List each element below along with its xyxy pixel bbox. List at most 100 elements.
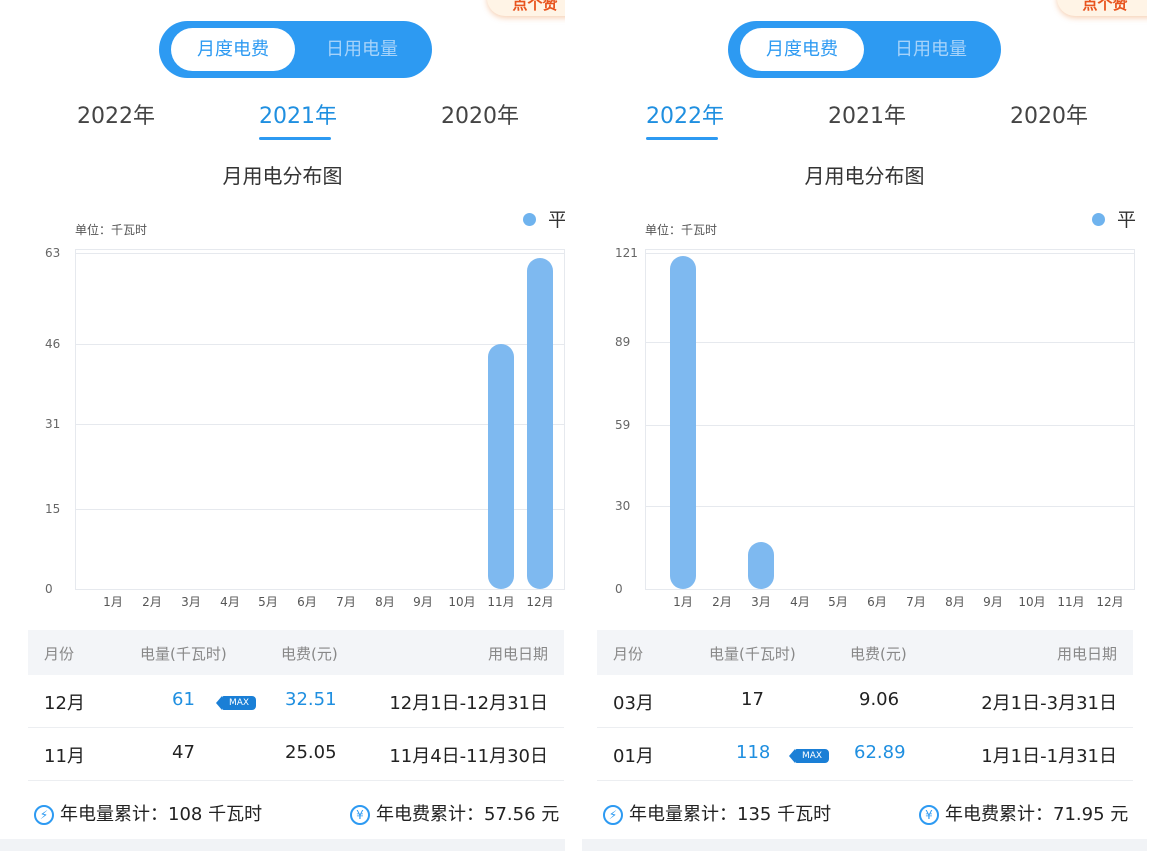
max-badge: MAX [789,749,829,763]
tab-year-2022[interactable]: 2022年 [646,98,724,130]
toggle-daily-usage[interactable]: 日用电量 [307,28,417,71]
y-tick-label: 15 [45,502,61,516]
x-tick-label: 5月 [828,595,848,609]
tab-year-2020[interactable]: 2020年 [1010,98,1088,130]
year-tab-underline [646,137,718,140]
row-month: 12月 [44,693,85,714]
toggle-monthly-fee[interactable]: 月度电费 [171,28,295,71]
x-tick-label: 11月 [487,595,515,609]
x-tick-label: 11月 [1057,595,1085,609]
table-row[interactable]: 11月 47 25.05 11月4日-11月30日 [28,728,564,781]
row-fee: 62.89 [854,742,906,763]
row-fee: 25.05 [285,742,337,763]
header-fee: 电费(元) [281,645,338,663]
tab-year-2021[interactable]: 2021年 [259,98,337,130]
unit-label: 单位：千瓦时 [75,223,148,237]
legend-label: 平 [548,209,565,231]
header-fee: 电费(元) [850,645,907,663]
row-kwh: 47 [172,742,195,763]
bar-3月[interactable] [748,542,774,589]
gridline [645,589,1135,590]
like-badge[interactable]: 点个赞 [487,0,565,16]
header-dates: 用电日期 [487,645,548,663]
year-tab-underline [259,137,331,140]
gridline [645,253,1135,254]
toggle-monthly-fee[interactable]: 月度电费 [740,28,864,71]
table-row[interactable]: 01月 118 MAX 62.89 1月1日-1月31日 [597,728,1133,781]
view-toggle: 月度电费 日用电量 [159,21,432,78]
tab-year-2021[interactable]: 2021年 [828,98,906,130]
annual-fee-summary: ¥ 年电费累计：71.95 元 [919,800,1128,826]
x-tick-label: 3月 [181,595,201,609]
row-month: 03月 [613,693,654,714]
table-row[interactable]: 12月 61 MAX 32.51 12月1日-12月31日 [28,675,564,728]
row-dates: 12月1日-12月31日 [389,693,548,714]
panel-2022: 点个赞 月度电费 日用电量 2022年 2021年 2020年 月用电分布图 平… [582,0,1147,851]
gridline [645,342,1135,343]
bottom-strip [582,839,1147,851]
row-kwh: 118 [736,742,771,763]
y-tick-label: 0 [45,582,53,596]
row-dates: 1月1日-1月31日 [981,746,1117,767]
row-dates: 11月4日-11月30日 [389,746,548,767]
row-dates: 2月1日-3月31日 [981,693,1117,714]
y-tick-label: 46 [45,337,61,351]
y-tick-label: 121 [615,246,638,260]
gridline [75,589,565,590]
chart-title: 月用电分布图 [222,164,343,188]
lightning-icon: ⚡ [34,805,54,825]
gridline [75,344,565,345]
y-tick-label: 30 [615,499,631,513]
x-tick-label: 3月 [751,595,771,609]
bar-1月[interactable] [670,256,696,589]
x-tick-label: 6月 [297,595,317,609]
x-tick-label: 6月 [867,595,887,609]
gridline [75,253,565,254]
annual-fee-text: 年电费累计：71.95 元 [945,804,1129,825]
x-tick-label: 8月 [945,595,965,609]
x-tick-label: 7月 [906,595,926,609]
annual-kwh-summary: ⚡ 年电量累计：108 千瓦时 [34,800,262,826]
lightning-icon: ⚡ [603,805,623,825]
x-tick-label: 4月 [790,595,810,609]
toggle-daily-usage[interactable]: 日用电量 [876,28,986,71]
y-tick-label: 63 [45,246,61,260]
x-tick-label: 1月 [673,595,693,609]
y-tick-label: 89 [615,335,631,349]
y-tick-label: 59 [615,418,631,432]
header-month: 月份 [44,645,75,663]
y-tick-label: 31 [45,417,61,431]
chart-title: 月用电分布图 [804,164,925,188]
yen-icon: ¥ [919,805,939,825]
annual-fee-text: 年电费累计：57.56 元 [376,804,560,825]
annual-kwh-text: 年电量累计：108 千瓦时 [60,804,263,825]
unit-label: 单位：千瓦时 [645,223,718,237]
view-toggle: 月度电费 日用电量 [728,21,1001,78]
header-kwh: 电量(千瓦时) [140,645,227,663]
bar-12月[interactable] [527,258,553,589]
gridline [645,506,1135,507]
gridline [645,425,1135,426]
tab-year-2020[interactable]: 2020年 [441,98,519,130]
header-kwh: 电量(千瓦时) [709,645,796,663]
panel-divider [565,0,582,851]
yen-icon: ¥ [350,805,370,825]
bottom-strip [0,839,565,851]
bar-11月[interactable] [488,344,514,589]
table-header: 月份 电量(千瓦时) 电费(元) 用电日期 [28,630,564,675]
x-tick-label: 2月 [142,595,162,609]
x-tick-label: 12月 [1096,595,1124,609]
like-badge[interactable]: 点个赞 [1057,0,1147,16]
legend-label: 平 [1117,209,1137,231]
x-tick-label: 10月 [448,595,476,609]
annual-kwh-text: 年电量累计：135 千瓦时 [629,804,832,825]
header-month: 月份 [613,645,644,663]
x-tick-label: 4月 [220,595,240,609]
annual-kwh-summary: ⚡ 年电量累计：135 千瓦时 [603,800,831,826]
row-kwh: 61 [172,689,195,710]
table-header: 月份 电量(千瓦时) 电费(元) 用电日期 [597,630,1133,675]
y-tick-label: 0 [615,582,623,596]
table-row[interactable]: 03月 17 9.06 2月1日-3月31日 [597,675,1133,728]
x-tick-label: 7月 [336,595,356,609]
tab-year-2022[interactable]: 2022年 [77,98,155,130]
